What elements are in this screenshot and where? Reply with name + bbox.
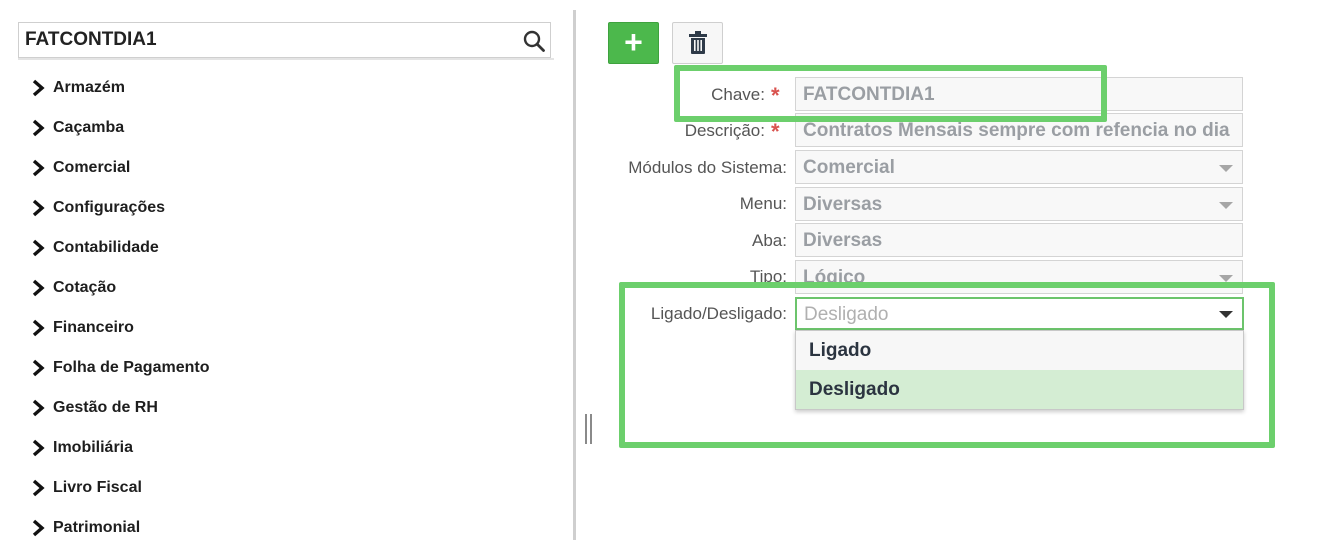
tree-item-contabilidade[interactable]: Contabilidade [30, 228, 209, 268]
tree-item-label: Comercial [53, 159, 131, 176]
tree-item-label: Financeiro [53, 319, 134, 336]
tree-item-cacamba[interactable]: Caçamba [30, 108, 209, 148]
tree-item-imobiliaria[interactable]: Imobiliária [30, 428, 209, 468]
modulos-select[interactable]: Comercial [795, 150, 1243, 184]
chevron-right-icon [32, 439, 45, 457]
chevron-right-icon [32, 479, 45, 497]
tree-item-label: Caçamba [53, 119, 125, 136]
descricao-value: Contratos Mensais sempre com refencia no… [803, 120, 1230, 141]
search-divider [18, 58, 554, 60]
chevron-down-icon [1219, 275, 1233, 282]
tree-item-configuracoes[interactable]: Configurações [30, 188, 209, 228]
chevron-right-icon [32, 359, 45, 377]
menu-label: Menu: [739, 194, 787, 213]
chevron-right-icon [32, 199, 45, 217]
add-button[interactable]: + [608, 22, 659, 64]
tree-item-financeiro[interactable]: Financeiro [30, 308, 209, 348]
aba-label: Aba: [752, 231, 787, 250]
aba-field[interactable]: Diversas [795, 223, 1243, 257]
delete-button[interactable] [672, 22, 723, 64]
module-tree: Armazém Caçamba Comercial Configurações … [30, 68, 209, 540]
tree-item-label: Imobiliária [53, 439, 134, 456]
tree-item-livro-fiscal[interactable]: Livro Fiscal [30, 468, 209, 508]
chevron-right-icon [32, 119, 45, 137]
tree-item-patrimonial[interactable]: Patrimonial [30, 508, 209, 540]
chevron-right-icon [32, 239, 45, 257]
chevron-down-icon [1219, 202, 1233, 209]
chevron-right-icon [32, 159, 45, 177]
modulos-label: Módulos do Sistema: [628, 158, 787, 177]
menu-value: Diversas [803, 194, 883, 215]
tree-item-comercial[interactable]: Comercial [30, 148, 209, 188]
app-root: Armazém Caçamba Comercial Configurações … [0, 0, 1329, 540]
tree-item-label: Contabilidade [53, 239, 159, 256]
descricao-required-mark: * [771, 119, 780, 144]
left-panel: Armazém Caçamba Comercial Configurações … [0, 0, 574, 540]
tree-item-label: Configurações [53, 199, 166, 216]
trash-icon [688, 31, 707, 54]
tree-item-cotacao[interactable]: Cotação [30, 268, 209, 308]
tree-item-label: Armazém [53, 79, 126, 96]
tree-item-label: Patrimonial [53, 519, 141, 536]
search-icon[interactable] [522, 29, 546, 53]
aba-value: Diversas [803, 230, 883, 251]
modulos-value: Comercial [803, 157, 895, 178]
chevron-right-icon [32, 399, 45, 417]
chevron-right-icon [32, 519, 45, 537]
highlight-box-chave [674, 65, 1107, 122]
tree-item-label: Cotação [53, 279, 117, 296]
tree-item-gestao-de-rh[interactable]: Gestão de RH [30, 388, 209, 428]
search-box [18, 22, 551, 58]
tree-item-armazem[interactable]: Armazém [30, 68, 209, 108]
descricao-label: Descrição: [684, 121, 765, 140]
tree-item-label: Livro Fiscal [53, 479, 142, 496]
chevron-right-icon [32, 79, 45, 97]
tree-item-label: Folha de Pagamento [53, 359, 210, 376]
highlight-box-ligado [619, 282, 1275, 448]
plus-icon: + [624, 23, 643, 60]
splitter-grip-icon[interactable] [585, 414, 592, 444]
tree-item-label: Gestão de RH [53, 399, 158, 416]
chevron-right-icon [32, 279, 45, 297]
menu-select[interactable]: Diversas [795, 187, 1243, 221]
tree-item-folha-de-pagamento[interactable]: Folha de Pagamento [30, 348, 209, 388]
search-input[interactable] [19, 23, 514, 57]
chevron-down-icon [1219, 165, 1233, 172]
chevron-right-icon [32, 319, 45, 337]
